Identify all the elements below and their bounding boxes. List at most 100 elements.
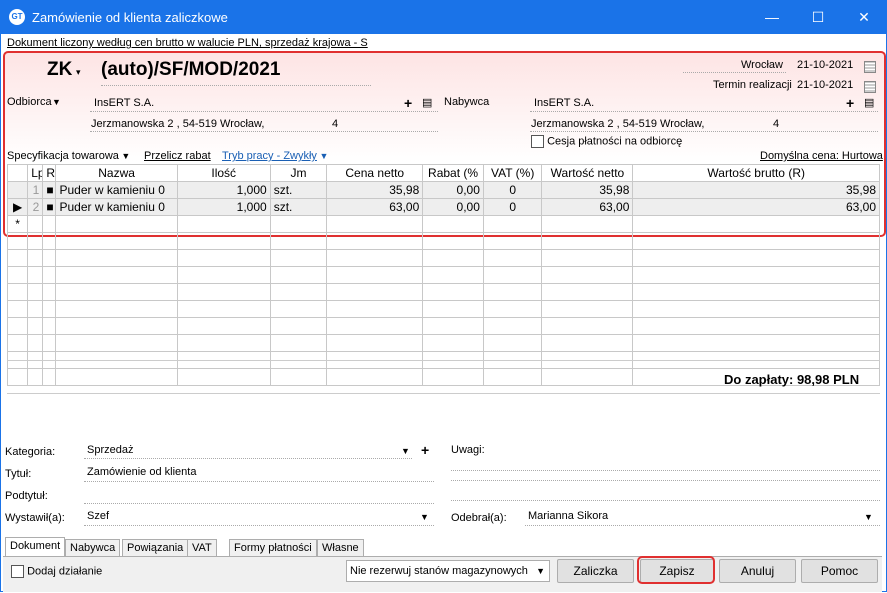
cell-jm[interactable]: szt.: [269, 198, 328, 216]
odbiorca-label[interactable]: Odbiorca: [7, 96, 52, 108]
indicator-col-header: [6, 164, 29, 182]
nabywca-name-line: [530, 111, 878, 112]
doc-number[interactable]: (auto)/SF/MOD/2021: [101, 59, 280, 81]
cell-name[interactable]: Puder w kamieniu 0: [55, 181, 178, 199]
odebral-dropdown-icon[interactable]: ▼: [864, 512, 873, 522]
odbiorca-name[interactable]: InsERT S.A.: [94, 97, 154, 109]
nabywca-name[interactable]: InsERT S.A.: [534, 97, 594, 109]
tryb-pracy-menu[interactable]: Tryb pracy - Zwykły ▼: [222, 150, 328, 162]
date-issue[interactable]: 21-10-2021: [797, 59, 853, 71]
doc-info: Dokument liczony według cen brutto w wal…: [7, 37, 368, 49]
zapisz-highlight: [637, 556, 715, 584]
empty-row: [6, 334, 880, 352]
spec-menu[interactable]: Specyfikacja towarowa ▼: [7, 150, 130, 162]
cell-cena[interactable]: 35,98: [326, 181, 424, 199]
col-header[interactable]: Rabat (%: [422, 164, 484, 182]
new-row[interactable]: *: [6, 215, 880, 233]
rezerwacja-select[interactable]: Nie rezerwuj stanów magazynowych ▼: [346, 560, 550, 582]
calendar-icon[interactable]: [864, 79, 876, 93]
col-header[interactable]: VAT (%): [482, 164, 543, 182]
pomoc-button[interactable]: Pomoc: [801, 559, 878, 583]
doc-type-dropdown-icon[interactable]: ▾: [76, 67, 81, 78]
add-nabywca-icon[interactable]: +: [846, 95, 854, 111]
doc-type[interactable]: ZK: [47, 59, 72, 81]
cell-qty[interactable]: 1,000: [176, 198, 271, 216]
cell-rabat[interactable]: 0,00: [422, 181, 484, 199]
table-row[interactable]: ▶ 2 ■ Puder w kamieniu 0 1,000 szt. 63,0…: [6, 198, 880, 216]
add-kategoria-icon[interactable]: +: [421, 442, 429, 458]
tytul-label: Tytuł:: [5, 468, 32, 480]
tab-nabywca[interactable]: Nabywca: [65, 539, 121, 557]
cell-vat[interactable]: 0: [482, 198, 543, 216]
tab-dokument[interactable]: Dokument: [5, 537, 66, 557]
uwagi-input[interactable]: [451, 470, 880, 471]
cesja-checkbox[interactable]: Cesja płatności na odbiorcę: [531, 135, 682, 148]
col-header[interactable]: Wartość brutto (R): [632, 164, 880, 182]
empty-row: [6, 283, 880, 301]
maximize-button[interactable]: ☐: [795, 0, 841, 34]
przelicz-rabat-link[interactable]: Przelicz rabat: [144, 150, 211, 162]
table-row[interactable]: 1 ■ Puder w kamieniu 0 1,000 szt. 35,98 …: [6, 181, 880, 199]
calendar-icon[interactable]: [864, 59, 876, 73]
odbiorca-dropdown-icon[interactable]: ▼: [52, 97, 61, 107]
cell-name[interactable]: Puder w kamieniu 0: [55, 198, 178, 216]
cesja-check-box[interactable]: [531, 135, 544, 148]
date-termin[interactable]: 21-10-2021: [797, 79, 853, 91]
zaliczka-button[interactable]: Zaliczka: [557, 559, 634, 583]
rezerwacja-value: Nie rezerwuj stanów magazynowych: [350, 565, 528, 577]
col-header[interactable]: Lp: [27, 164, 44, 182]
odebral-select[interactable]: Marianna Sikora: [528, 510, 608, 522]
col-header[interactable]: Cena netto: [326, 164, 424, 182]
add-odbiorca-icon[interactable]: +: [404, 95, 412, 111]
wystawil-dropdown-icon[interactable]: ▼: [420, 512, 429, 522]
table-bottom-divider: [7, 360, 880, 361]
cell-netto[interactable]: 35,98: [541, 181, 634, 199]
empty-row: [6, 266, 880, 284]
dodaj-label: Dodaj działanie: [27, 565, 103, 578]
nabywca-address: Jerzmanowska 2 , 54-519 Wrocław,: [531, 118, 705, 130]
cell-brutto[interactable]: 63,00: [632, 198, 880, 216]
col-header[interactable]: Jm: [269, 164, 328, 182]
anuluj-button[interactable]: Anuluj: [719, 559, 796, 583]
row-indicator: [6, 181, 29, 199]
minimize-button[interactable]: —: [749, 0, 795, 34]
cell-cena[interactable]: 63,00: [326, 198, 424, 216]
dodaj-dzialanie-checkbox[interactable]: Dodaj działanie: [11, 565, 102, 578]
tytul-line: [84, 481, 434, 482]
table-header-row: Lp R Nazwa Ilość Jm Cena netto Rabat (% …: [6, 164, 880, 182]
tab-formy-platnosci[interactable]: Formy płatności: [229, 539, 317, 557]
tab-powiazania[interactable]: Powiązania: [122, 539, 189, 557]
cell-jm[interactable]: szt.: [269, 181, 328, 199]
podtytul-input[interactable]: [84, 503, 434, 504]
wystawil-select[interactable]: Szef: [87, 510, 109, 522]
tab-wlasne[interactable]: Własne: [317, 539, 364, 557]
col-header[interactable]: Nazwa: [55, 164, 178, 182]
uwagi-line: [451, 480, 880, 481]
title-bar: GT Zamówienie od klienta zaliczkowe — ☐ …: [0, 0, 887, 34]
podtytul-label: Podtytuł:: [5, 490, 48, 502]
dodaj-check-box[interactable]: [11, 565, 24, 578]
kategoria-select[interactable]: Sprzedaż: [87, 444, 133, 456]
rezerwacja-dropdown-icon: ▼: [536, 566, 545, 576]
cell-vat[interactable]: 0: [482, 181, 543, 199]
col-header[interactable]: R: [42, 164, 57, 182]
col-header[interactable]: Wartość netto: [541, 164, 634, 182]
r-marker-icon: ■: [42, 181, 57, 199]
close-button[interactable]: ✕: [841, 0, 887, 34]
place-line: [683, 72, 786, 73]
tytul-input[interactable]: Zamówienie od klienta: [87, 466, 196, 478]
cell-rabat[interactable]: 0,00: [422, 198, 484, 216]
col-header[interactable]: Ilość: [176, 164, 271, 182]
cell-netto[interactable]: 63,00: [541, 198, 634, 216]
cell-lp: 1: [27, 181, 44, 199]
cell-brutto[interactable]: 35,98: [632, 181, 880, 199]
odbiorca-mark: 4: [332, 118, 339, 130]
odebral-line: [525, 525, 880, 526]
kategoria-dropdown-icon[interactable]: ▼: [401, 446, 410, 456]
nabywca-list-icon[interactable]: ▤: [864, 96, 874, 109]
odbiorca-list-icon[interactable]: ▤: [422, 96, 432, 109]
tab-vat[interactable]: VAT: [187, 539, 217, 557]
cell-qty[interactable]: 1,000: [176, 181, 271, 199]
domyslna-cena[interactable]: Domyślna cena: Hurtowa: [760, 150, 883, 162]
tryb-pracy-label: Tryb pracy - Zwykły: [222, 150, 317, 162]
